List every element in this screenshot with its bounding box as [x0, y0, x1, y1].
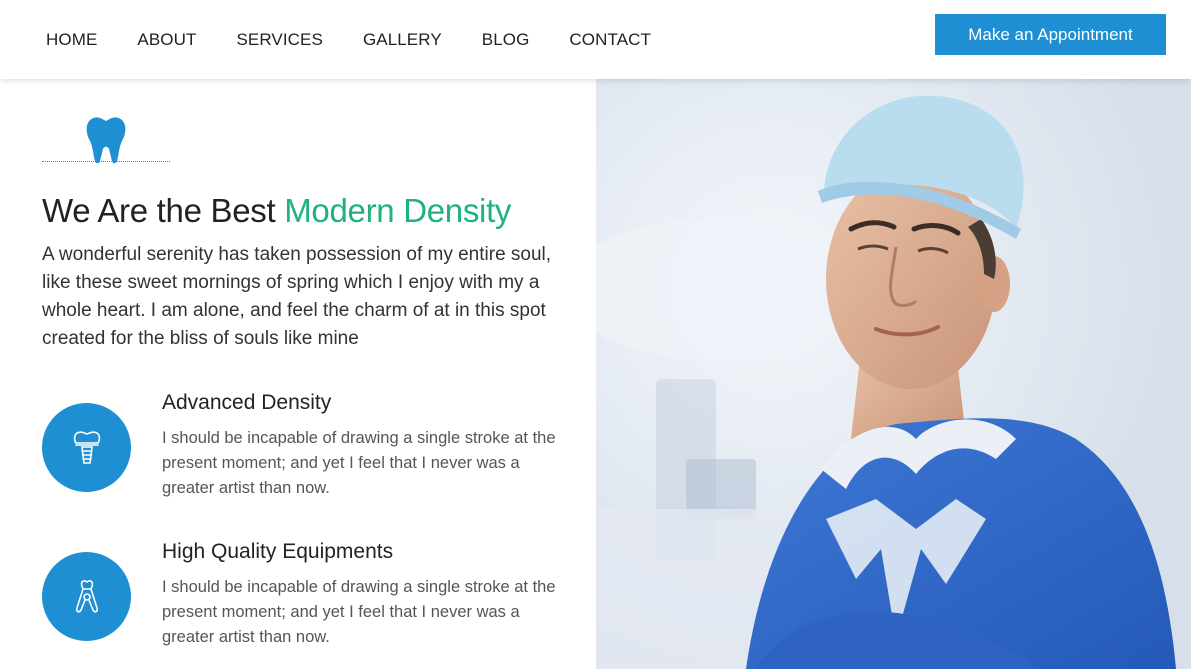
headline-accent: Modern Density [284, 192, 512, 229]
nav-about[interactable]: ABOUT [137, 30, 196, 50]
intro-paragraph: A wonderful serenity has taken possessio… [42, 244, 552, 349]
dental-implant-icon [73, 430, 100, 464]
feature-description: I should be incapable of drawing a singl… [162, 578, 556, 646]
nav-contact[interactable]: CONTACT [569, 30, 651, 50]
nav-blog[interactable]: BLOG [482, 30, 530, 50]
tooth-icon [86, 117, 126, 164]
page-title: We Are the Best Modern Density [42, 192, 582, 230]
dentist-photo [596, 79, 1191, 669]
feature-title: High Quality Equipments [162, 540, 394, 563]
feature-item: Advanced Density I should be incapable o… [42, 391, 562, 513]
nav-home[interactable]: HOME [46, 30, 97, 50]
feature-icon-circle [42, 552, 131, 641]
feature-description: I should be incapable of drawing a singl… [162, 429, 556, 497]
headline-plain: We Are the Best [42, 192, 276, 229]
dentist-illustration [596, 79, 1191, 669]
nav-gallery[interactable]: GALLERY [363, 30, 442, 50]
main-nav: HOME ABOUT SERVICES GALLERY BLOG CONTACT [46, 0, 691, 79]
dental-tool-icon [75, 579, 98, 613]
site-header: HOME ABOUT SERVICES GALLERY BLOG CONTACT… [0, 0, 1191, 79]
section-divider [42, 116, 170, 164]
feature-item: High Quality Equipments I should be inca… [42, 540, 562, 662]
make-appointment-button[interactable]: Make an Appointment [935, 14, 1166, 55]
feature-title: Advanced Density [162, 391, 332, 414]
nav-services[interactable]: SERVICES [236, 30, 322, 50]
feature-icon-circle [42, 403, 131, 492]
